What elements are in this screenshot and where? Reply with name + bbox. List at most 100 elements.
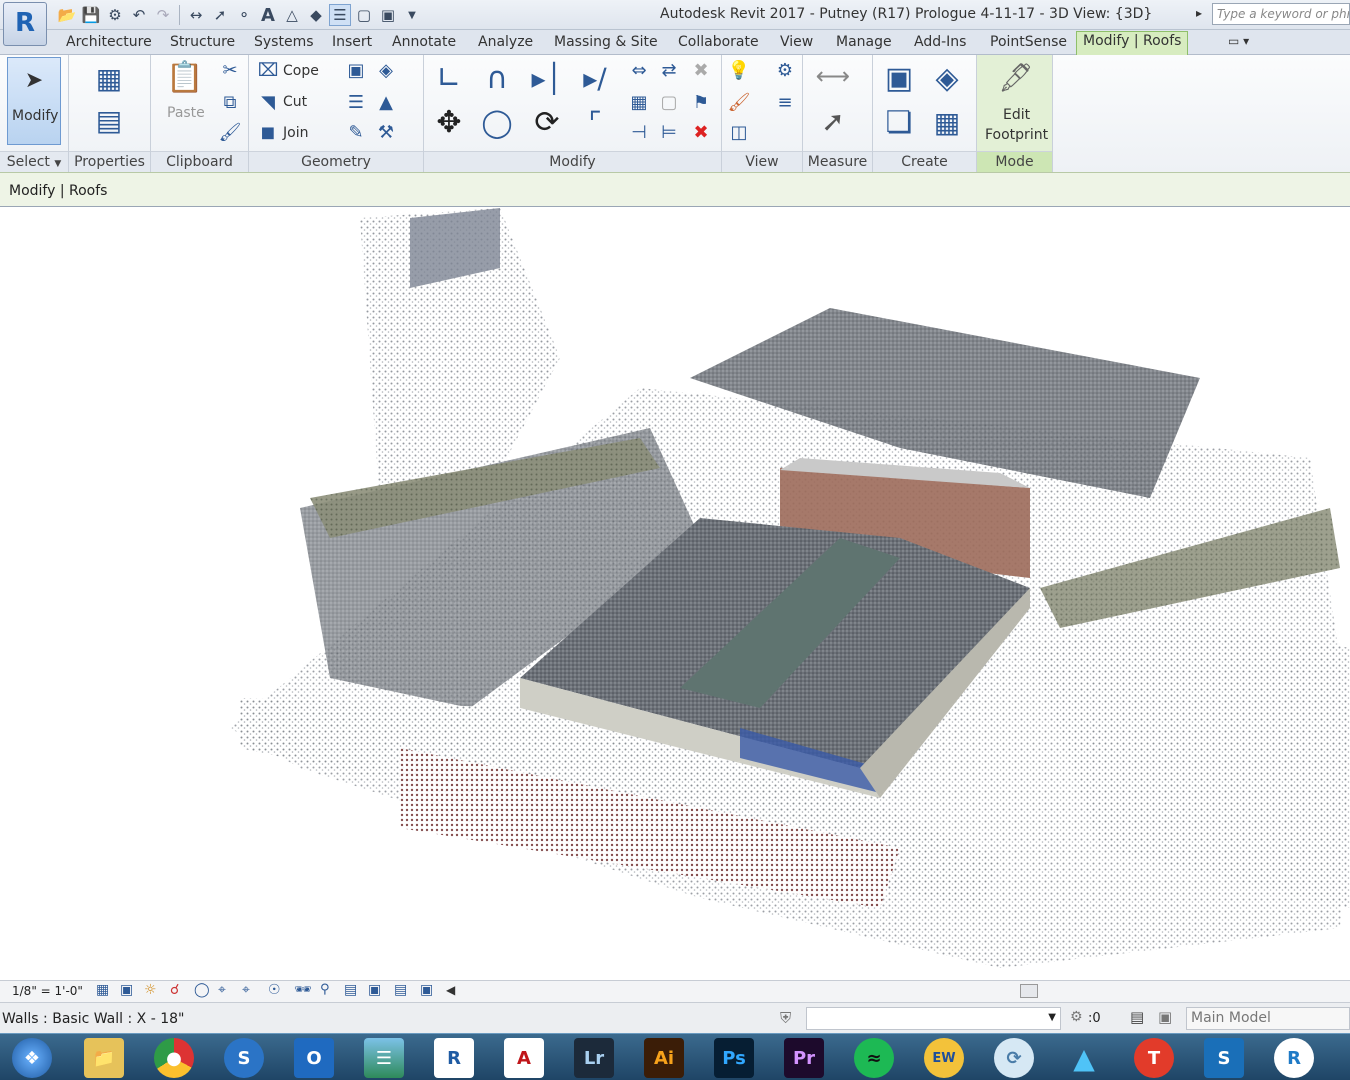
workset-dropdown[interactable]: ▼ <box>806 1007 1061 1030</box>
create-similar-icon[interactable]: ▦ <box>927 103 967 141</box>
create-assembly-icon[interactable]: ▣ <box>879 59 919 97</box>
thin-lines-icon[interactable]: ☰ <box>329 4 351 26</box>
model-dropdown[interactable]: Main Model <box>1186 1007 1350 1030</box>
cut-label[interactable]: Cut <box>283 94 307 110</box>
type-properties-icon[interactable]: ▦ <box>89 59 129 97</box>
measure-between-icon[interactable]: ⟷ <box>811 61 855 91</box>
wall-joins-icon[interactable]: ▣ <box>345 59 367 81</box>
premiere-icon[interactable]: Pr <box>784 1038 824 1078</box>
sun-path-icon[interactable]: ☼ <box>144 982 157 998</box>
paint-icon[interactable]: ✎ <box>345 121 367 143</box>
cut-scissors-icon[interactable]: ✂ <box>219 59 241 81</box>
measure-icon[interactable]: ↔ <box>185 4 207 26</box>
join-icon[interactable]: ◼ <box>257 121 279 143</box>
tab-analyze[interactable]: Analyze <box>472 33 539 55</box>
rotate-icon[interactable]: ⟳ <box>528 103 566 141</box>
t-app-icon[interactable]: T <box>1134 1038 1174 1078</box>
revit-icon[interactable]: R <box>434 1038 474 1078</box>
split-element-icon[interactable]: ⇔ <box>628 59 650 81</box>
save-icon[interactable]: 💾 <box>80 4 102 26</box>
customize-qat-icon[interactable]: ▼ <box>401 4 423 26</box>
modify-button[interactable]: ➤ Modify <box>7 57 61 145</box>
tab-view[interactable]: View <box>774 33 819 55</box>
photoshop-icon[interactable]: Ps <box>714 1038 754 1078</box>
cope-icon[interactable]: ⌧ <box>257 59 279 81</box>
recap-icon[interactable]: ⟳ <box>994 1038 1034 1078</box>
close-hidden-icon[interactable]: ▢ <box>353 4 375 26</box>
tab-insert[interactable]: Insert <box>326 33 378 55</box>
worksharing-display-icon[interactable]: ▤ <box>344 982 357 998</box>
cope-label[interactable]: Cope <box>283 63 319 79</box>
sway-icon[interactable]: S <box>1204 1038 1244 1078</box>
properties-icon[interactable]: ▤ <box>91 101 127 139</box>
filter-icon[interactable]: ⛨ <box>780 1009 791 1027</box>
reveal-hidden-icon[interactable]: ⚲ <box>320 982 330 997</box>
tab-architecture[interactable]: Architecture <box>60 33 158 55</box>
trim-single-icon[interactable]: ⊣ <box>628 121 650 143</box>
join-roof-icon[interactable]: ☰ <box>345 91 367 113</box>
view-scale[interactable]: 1/8" = 1'-0" <box>12 984 83 998</box>
aligned-dimension-tool-icon[interactable]: ➚ <box>811 103 855 139</box>
match-properties-icon[interactable]: 🖌 <box>219 121 242 143</box>
tab-pointsense[interactable]: PointSense <box>984 33 1073 55</box>
select-panel-label[interactable]: Select ▼ <box>0 151 68 172</box>
offset-icon[interactable]: ∩ <box>478 59 516 97</box>
3d-viewport[interactable] <box>0 208 1350 980</box>
azure-icon[interactable]: ▲ <box>1064 1038 1104 1078</box>
revit-alt-icon[interactable]: R <box>1274 1038 1314 1078</box>
cut-geometry-icon[interactable]: ◥ <box>257 91 279 113</box>
pin-icon[interactable]: ⚑ <box>690 91 712 113</box>
section-icon[interactable]: ◆ <box>305 4 327 26</box>
tab-collaborate[interactable]: Collaborate <box>672 33 765 55</box>
search-input[interactable]: Type a keyword or phrase <box>1212 3 1350 25</box>
3d-view-icon[interactable]: △ <box>281 4 303 26</box>
autocad-icon[interactable]: A <box>504 1038 544 1078</box>
visual-style-icon[interactable]: ▣ <box>120 982 133 998</box>
edit-footprint-button[interactable]: 🖋 Edit Footprint <box>981 57 1049 149</box>
illustrator-icon[interactable]: Ai <box>644 1038 684 1078</box>
tab-massing-site[interactable]: Massing & Site <box>548 33 664 55</box>
skype-for-business-icon[interactable]: S <box>224 1038 264 1078</box>
align-icon[interactable]: ∟ <box>430 59 468 97</box>
copy-element-icon[interactable]: ◯ <box>478 103 516 141</box>
windows-start-icon[interactable]: ❖ <box>12 1038 52 1078</box>
move-icon[interactable]: ✥ <box>430 103 468 141</box>
trim-multiple-icon[interactable]: ⊨ <box>658 121 680 143</box>
redo-icon[interactable]: ↷ <box>152 4 174 26</box>
mirror-pick-axis-icon[interactable]: ▸│ <box>528 59 566 97</box>
analytical-model-icon[interactable]: ▤ <box>394 982 407 998</box>
application-menu-button[interactable]: R <box>3 2 47 46</box>
linework-icon[interactable]: ≡ <box>774 91 796 113</box>
file-explorer-icon[interactable]: 📁 <box>84 1038 124 1078</box>
design-options-icon[interactable]: ▤ <box>1130 1008 1144 1026</box>
design-options-2-icon[interactable]: ▣ <box>1158 1008 1172 1026</box>
lightbulb-icon[interactable]: 💡 <box>728 59 750 81</box>
create-parts-icon[interactable]: ◈ <box>927 59 967 97</box>
lightroom-icon[interactable]: Lr <box>574 1038 614 1078</box>
image-viewer-icon[interactable]: ☰ <box>364 1038 404 1078</box>
open-icon[interactable]: 📂 <box>56 4 78 26</box>
point-cloud-model[interactable] <box>0 208 1350 980</box>
split-gap-icon[interactable]: ⇄ <box>658 59 680 81</box>
create-group-icon[interactable]: ❏ <box>879 103 919 141</box>
scroll-left-icon[interactable]: ◀ <box>446 983 455 997</box>
demolish-icon[interactable]: ▲ <box>375 91 397 113</box>
copy-icon[interactable]: ⧉ <box>219 91 241 113</box>
hammer-icon[interactable]: ⚒ <box>375 121 397 143</box>
editable-only-icon[interactable]: ⚙ <box>1070 1009 1083 1025</box>
horizontal-scrollbar-thumb[interactable] <box>1020 984 1038 998</box>
show-crop-icon[interactable]: ⌖ <box>242 982 250 998</box>
split-face-icon[interactable]: ◈ <box>375 59 397 81</box>
delete-icon[interactable]: ✖ <box>690 121 712 143</box>
render-icon[interactable]: ◯ <box>194 982 210 998</box>
ribbon-minimize-icon[interactable]: ▭ ▾ <box>1222 33 1255 55</box>
tab-systems[interactable]: Systems <box>248 33 320 55</box>
text-icon[interactable]: A <box>257 4 279 26</box>
crop-view-icon[interactable]: ⌖ <box>218 982 226 998</box>
brush-icon[interactable]: 🖌 <box>728 91 751 113</box>
undo-icon[interactable]: ↶ <box>128 4 150 26</box>
spotify-icon[interactable]: ≈ <box>854 1038 894 1078</box>
highlight-displacement-icon[interactable]: ▣ <box>420 982 433 998</box>
aligned-dimension-icon[interactable]: ➚ <box>209 4 231 26</box>
tab-modify-roofs[interactable]: Modify | Roofs <box>1076 31 1189 55</box>
